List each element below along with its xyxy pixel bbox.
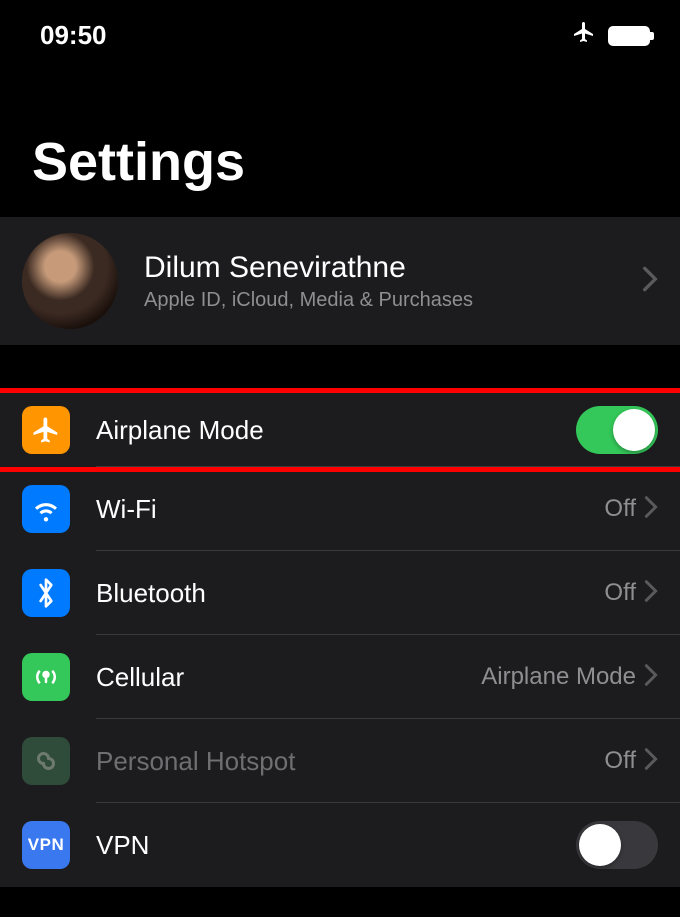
status-right xyxy=(572,20,650,51)
chevron-right-icon xyxy=(642,265,658,298)
row-label: Cellular xyxy=(96,662,481,693)
page-title: Settings xyxy=(0,61,680,217)
row-label: VPN xyxy=(96,830,576,861)
row-personal-hotspot[interactable]: Personal Hotspot Off xyxy=(0,719,680,803)
row-value: Airplane Mode xyxy=(481,663,636,691)
hotspot-icon xyxy=(22,737,70,785)
row-bluetooth[interactable]: Bluetooth Off xyxy=(0,551,680,635)
vpn-toggle[interactable] xyxy=(576,821,658,869)
wifi-icon xyxy=(22,485,70,533)
row-wifi[interactable]: Wi-Fi Off xyxy=(0,467,680,551)
chevron-right-icon xyxy=(644,579,658,608)
row-label: Airplane Mode xyxy=(96,415,576,446)
row-vpn[interactable]: VPN VPN xyxy=(0,803,680,887)
profile-name: Dilum Senevirathne xyxy=(144,251,642,285)
profile-text: Dilum Senevirathne Apple ID, iCloud, Med… xyxy=(144,251,642,312)
battery-icon xyxy=(608,26,650,46)
row-value: Off xyxy=(604,579,636,607)
vpn-badge-text: VPN xyxy=(28,835,64,855)
avatar xyxy=(22,233,118,329)
row-label: Personal Hotspot xyxy=(96,746,604,777)
row-cellular[interactable]: Cellular Airplane Mode xyxy=(0,635,680,719)
status-bar: 09:50 xyxy=(0,0,680,61)
row-value: Off xyxy=(604,747,636,775)
chevron-right-icon xyxy=(644,663,658,692)
row-airplane-mode[interactable]: Airplane Mode xyxy=(0,388,680,472)
cellular-icon xyxy=(22,653,70,701)
vpn-icon: VPN xyxy=(22,821,70,869)
chevron-right-icon xyxy=(644,495,658,524)
profile-row[interactable]: Dilum Senevirathne Apple ID, iCloud, Med… xyxy=(0,217,680,345)
row-label: Bluetooth xyxy=(96,578,604,609)
profile-section: Dilum Senevirathne Apple ID, iCloud, Med… xyxy=(0,217,680,345)
airplane-toggle[interactable] xyxy=(576,406,658,454)
row-value: Off xyxy=(604,495,636,523)
chevron-right-icon xyxy=(644,747,658,776)
settings-section: Airplane Mode Wi-Fi Off Bluetooth Off Ce… xyxy=(0,388,680,887)
profile-sub: Apple ID, iCloud, Media & Purchases xyxy=(144,289,642,312)
status-time: 09:50 xyxy=(40,20,107,51)
row-label: Wi-Fi xyxy=(96,494,604,525)
airplane-icon xyxy=(572,20,596,51)
bluetooth-icon xyxy=(22,569,70,617)
airplane-icon xyxy=(22,406,70,454)
